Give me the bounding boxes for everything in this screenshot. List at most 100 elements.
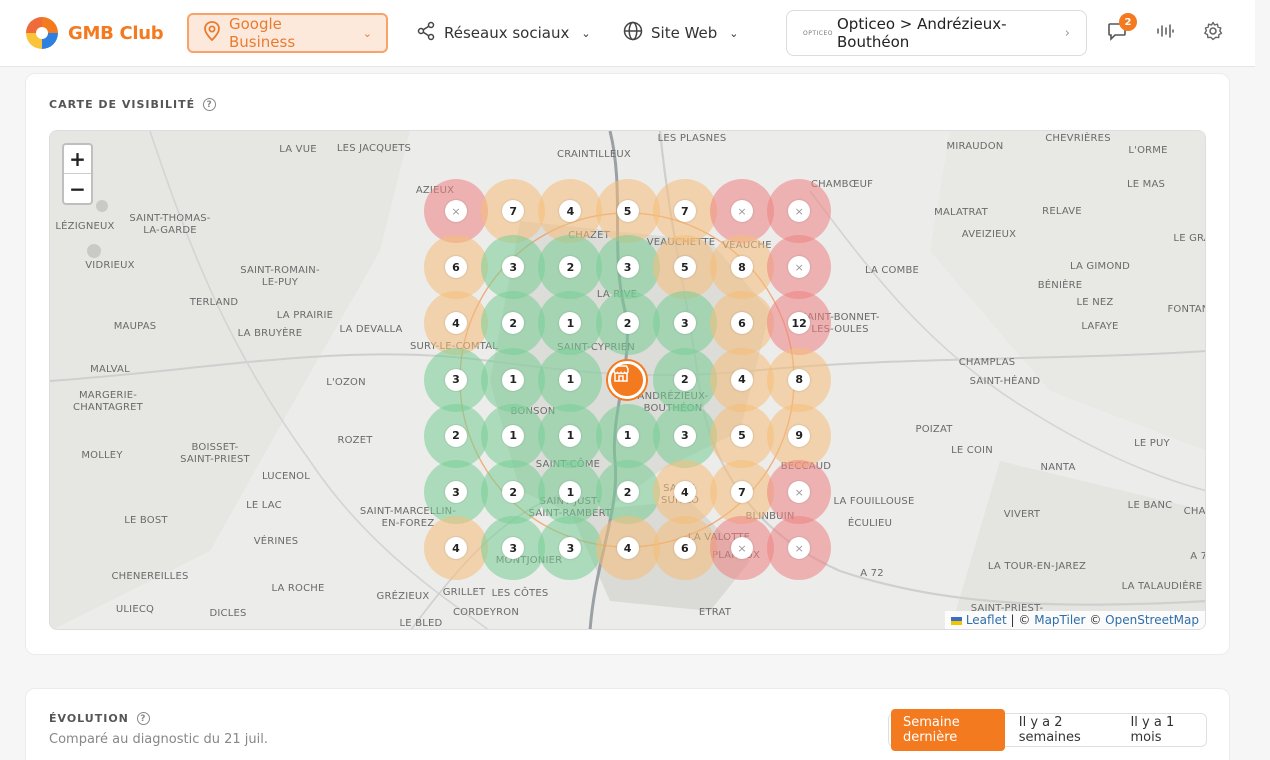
leaflet-link[interactable]: Leaflet (966, 613, 1007, 627)
place-label: MALVAL (90, 364, 130, 375)
place-label: ROZET (337, 435, 373, 446)
brand-name: GMB Club (68, 22, 164, 44)
period-last-week[interactable]: Semaine dernière (891, 709, 1005, 751)
rank-badge: 3 (616, 256, 639, 279)
place-label: LE BLED (399, 618, 443, 629)
location-logo: OPTICEO (803, 29, 833, 37)
place-label: VIVERT (1003, 509, 1041, 520)
nav-website[interactable]: Site Web ⌄ (609, 13, 753, 53)
rank-badge: 8 (788, 368, 811, 391)
place-label: LE NEZ (1076, 297, 1114, 308)
maptiler-link[interactable]: MapTiler (1034, 613, 1085, 627)
audio-button[interactable] (1152, 20, 1178, 46)
place-label: LE GRAMMO (1173, 233, 1205, 244)
place-label: ÉCULIEU (847, 518, 893, 529)
nav-google-business[interactable]: Google Business ⌄ (187, 13, 388, 53)
help-icon[interactable]: ? (203, 98, 217, 111)
zoom-out-button[interactable]: − (64, 174, 91, 203)
place-label: BÉNIÈRE (1037, 280, 1083, 291)
place-label: VÉRINES (253, 536, 299, 547)
share-icon (416, 21, 436, 45)
place-label: CORDEYRON (452, 607, 520, 618)
rank-badge: 1 (502, 424, 525, 447)
place-label: ETRAT (698, 607, 732, 618)
nav-social[interactable]: Réseaux sociaux ⌄ (402, 13, 605, 53)
osm-link[interactable]: OpenStreetMap (1105, 613, 1199, 627)
place-label: LA GIMOND (1070, 261, 1130, 272)
place-label: SAINT-ROMAIN- LE-PUY (240, 265, 320, 288)
place-label: MOLLEY (81, 450, 123, 461)
place-label: NANTA (1040, 462, 1076, 473)
brand-logo[interactable]: GMB Club (24, 15, 164, 51)
place-label: LA VUE (279, 144, 317, 155)
place-label: CRAINTILLEUX (557, 149, 631, 160)
nav-website-label: Site Web (651, 24, 718, 42)
rank-badge: 3 (673, 424, 696, 447)
rank-badge: 5 (731, 424, 753, 447)
brand-logo-icon (24, 15, 60, 51)
rank-badge: 1 (559, 368, 582, 391)
chevron-right-icon: › (1064, 25, 1070, 41)
ukraine-flag-icon (951, 616, 962, 625)
place-label: GRILLET (442, 587, 486, 598)
place-label: MALATRAT (934, 207, 988, 218)
place-label: LE BOST (124, 515, 168, 526)
period-2-weeks[interactable]: Il y a 2 semaines (1007, 709, 1117, 751)
globe-icon (623, 21, 643, 45)
rank-badge: 9 (788, 424, 811, 447)
place-label: ULIECQ (115, 604, 155, 615)
rank-badge: 3 (445, 368, 467, 391)
rank-badge: 4 (673, 481, 696, 503)
place-label: CHEVRIÈRES (1045, 133, 1111, 144)
place-label: A 72 (860, 568, 884, 579)
period-selector: Semaine dernière Il y a 2 semaines Il y … (888, 709, 1207, 751)
place-label: DICLES (209, 608, 247, 619)
chevron-down-icon: ⌄ (581, 26, 591, 40)
location-selector[interactable]: OPTICEO Opticeo > Andrézieux-Bouthéon › (786, 10, 1087, 56)
rank-badge: 2 (673, 368, 696, 391)
rank-badge: 5 (616, 200, 639, 222)
rank-badge: 1 (502, 368, 525, 391)
copyright-sign: © (1089, 613, 1102, 627)
business-location-marker[interactable] (608, 361, 646, 399)
place-label: LA TALAUDIÈRE (1121, 581, 1203, 592)
place-label: LA ROCHE (271, 583, 325, 594)
rank-badge: 4 (616, 537, 639, 560)
visibility-map[interactable]: LA VUE LES JACQUETS CRAINTILLEUX LES PLASNE… (49, 130, 1206, 630)
place-label: LE BANC (1127, 500, 1173, 511)
place-label: LES JACQUETS (336, 143, 412, 154)
evolution-subtitle: Comparé au diagnostic du 21 juil. (49, 732, 268, 747)
place-label: LAFAYE (1081, 321, 1119, 332)
place-label: FONTANÈS (1167, 304, 1205, 315)
gear-icon (1203, 21, 1223, 45)
rank-badge: 4 (731, 368, 753, 391)
chevron-down-icon: ⌄ (362, 26, 372, 40)
place-label: LA BRUYÈRE (237, 328, 303, 339)
place-label: LA DEVALLA (339, 324, 403, 335)
place-label: LA PRAIRIE (276, 310, 334, 321)
place-label: SAINT-THOMAS- LA-GARDE (129, 213, 211, 236)
place-label: SAINT-HÉAND (969, 376, 1041, 387)
visibility-title: CARTE DE VISIBILITÉ ? (49, 98, 217, 111)
help-icon[interactable]: ? (136, 712, 150, 725)
rank-not-found: × (445, 200, 467, 222)
place-label: L'OZON (326, 377, 366, 388)
place-label: POIZAT (915, 424, 953, 435)
place-label: MIRAUDON (946, 141, 1004, 152)
place-label: CHENEREILLES (111, 571, 189, 582)
attrib-sep: | (1010, 613, 1015, 627)
rank-badge: 5 (673, 256, 696, 279)
rank-badge: 3 (445, 481, 467, 503)
place-label: LA FOUILLOUSE (833, 496, 915, 507)
map-attribution: Leaflet | © MapTiler © OpenStreetMap (945, 611, 1205, 629)
settings-button[interactable] (1200, 20, 1226, 46)
period-1-month[interactable]: Il y a 1 mois (1118, 709, 1204, 751)
zoom-in-button[interactable]: + (64, 145, 91, 174)
place-label: LES CÔTES (491, 588, 549, 599)
place-label: LE LAC (246, 500, 282, 511)
evolution-card: ÉVOLUTION ? Comparé au diagnostic du 21 … (25, 688, 1230, 760)
chevron-down-icon: ⌄ (729, 26, 739, 40)
place-label: LE COIN (951, 445, 993, 456)
place-label: LÉZIGNEUX (55, 221, 115, 232)
visibility-title-text: CARTE DE VISIBILITÉ (49, 98, 196, 111)
